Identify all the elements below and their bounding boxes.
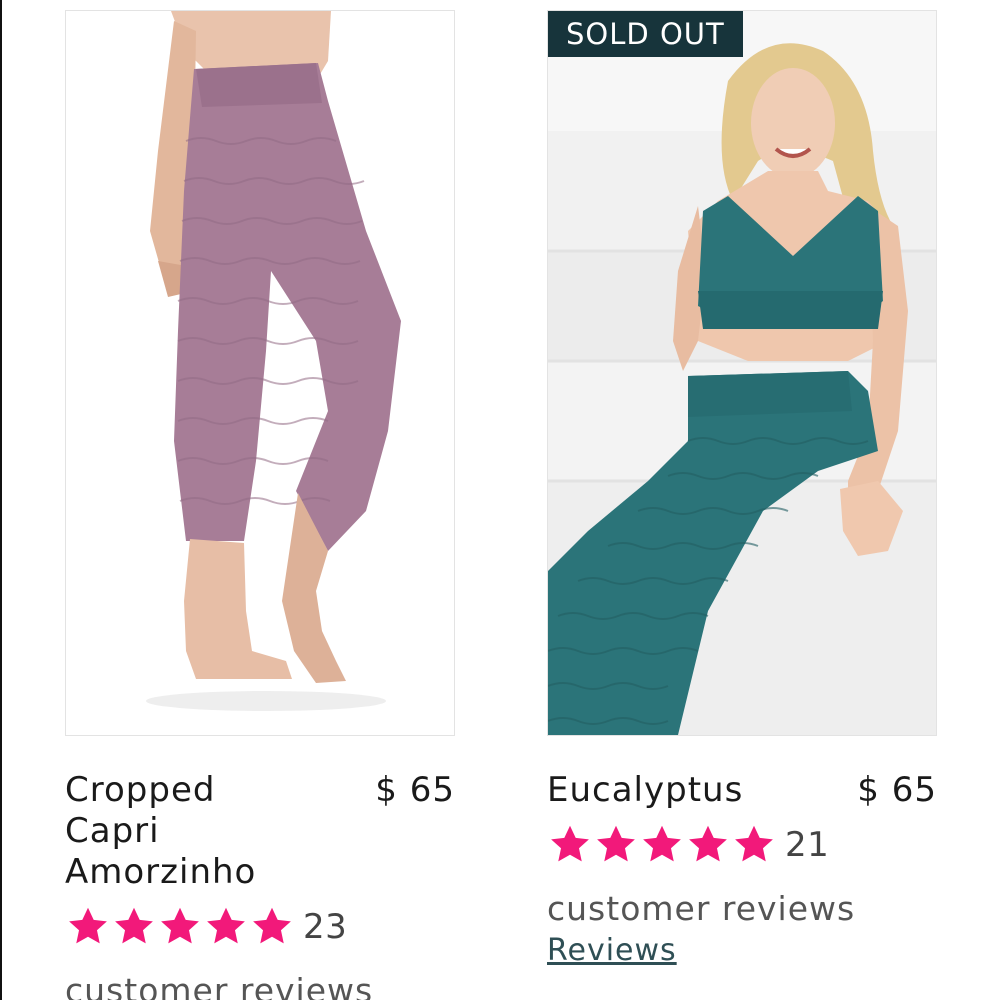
product-photo-set	[548, 11, 936, 735]
star-icon	[207, 907, 245, 944]
reviews-caption: customer reviews	[65, 971, 374, 1000]
review-count: 21	[785, 825, 830, 865]
star-icon	[115, 907, 153, 944]
star-rating	[65, 905, 295, 949]
reviews-caption: customer reviews	[547, 889, 856, 928]
product-title[interactable]: Eucalyptus	[547, 770, 807, 811]
title-line[interactable]: Eucalyptus	[547, 770, 743, 810]
star-icon	[69, 907, 107, 944]
product-grid-page: Cropped Capri Amorzinho $ 65 23 customer…	[0, 0, 1000, 1000]
left-divider	[0, 0, 2, 1000]
star-icon	[735, 825, 773, 862]
product-image[interactable]	[65, 10, 455, 736]
product-image[interactable]: SOLD OUT	[547, 10, 937, 736]
star-icon	[643, 825, 681, 862]
product-info: Eucalyptus $ 65 21 customer reviews Revi…	[547, 770, 937, 971]
review-count: 23	[303, 907, 348, 947]
rating-row[interactable]: 23	[65, 901, 455, 953]
sold-out-badge: SOLD OUT	[548, 11, 743, 57]
product-price: $ 65	[857, 770, 937, 810]
title-line[interactable]: Amorzinho	[65, 852, 256, 892]
star-icon	[551, 825, 589, 862]
product-price: $ 65	[375, 770, 455, 810]
star-icon	[253, 907, 291, 944]
product-photo-legging	[66, 11, 454, 735]
title-line[interactable]: Capri	[65, 811, 160, 851]
star-icon	[597, 825, 635, 862]
product-info: Cropped Capri Amorzinho $ 65 23 customer…	[65, 770, 455, 1000]
reviews-link[interactable]: Reviews	[547, 931, 677, 971]
star-icon	[689, 825, 727, 862]
title-line[interactable]: Cropped	[65, 770, 215, 810]
product-card-cropped-capri[interactable]: Cropped Capri Amorzinho $ 65 23 customer…	[65, 10, 455, 1000]
star-rating	[547, 823, 777, 867]
product-card-eucalyptus[interactable]: SOLD OUT Eucalyptus $ 65 21 customer rev…	[547, 10, 937, 971]
star-icon	[161, 907, 199, 944]
product-title[interactable]: Cropped Capri Amorzinho	[65, 770, 325, 893]
rating-row[interactable]: 21	[547, 819, 937, 871]
